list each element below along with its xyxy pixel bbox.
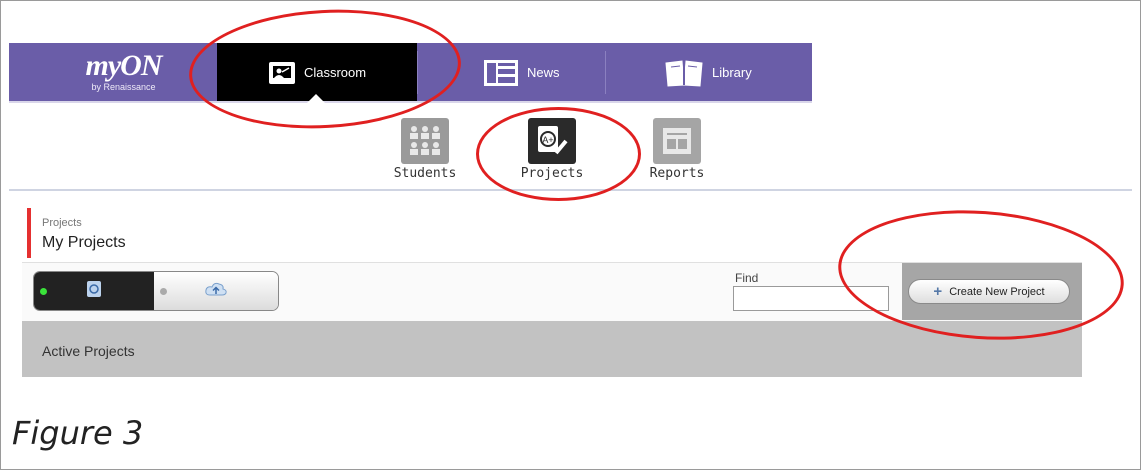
nav-tab-label: Library <box>712 65 752 80</box>
annotation-circle-projects <box>476 107 641 201</box>
inactive-indicator-light <box>160 288 167 295</box>
breadcrumb[interactable]: Projects <box>42 217 82 229</box>
nav-tab-label: News <box>527 65 560 80</box>
newspaper-icon <box>483 59 519 87</box>
view-toggle[interactable] <box>33 271 279 311</box>
subnav-label: Students <box>393 166 457 181</box>
subnav-item-students[interactable]: Students <box>385 118 465 181</box>
reports-icon <box>653 118 701 164</box>
page-title: My Projects <box>42 234 126 251</box>
nav-tab-news[interactable]: News <box>479 43 603 102</box>
project-doc-icon <box>86 280 102 303</box>
active-projects-title: Active Projects <box>42 343 135 359</box>
subnav-item-reports[interactable]: Reports <box>637 118 717 181</box>
title-accent-bar <box>27 208 31 258</box>
toggle-option-shared[interactable] <box>154 272 278 310</box>
subnav-label: Reports <box>649 166 705 181</box>
nav-tab-library[interactable]: Library <box>664 43 804 102</box>
find-label: Find <box>735 271 759 285</box>
open-book-icon <box>664 58 704 88</box>
students-icon <box>401 118 449 164</box>
active-indicator-light <box>40 288 47 295</box>
nav-divider <box>605 51 606 94</box>
figure-caption: Figure 3 <box>12 414 144 452</box>
toggle-option-projects[interactable] <box>34 272 154 310</box>
cloud-upload-icon <box>204 281 228 302</box>
